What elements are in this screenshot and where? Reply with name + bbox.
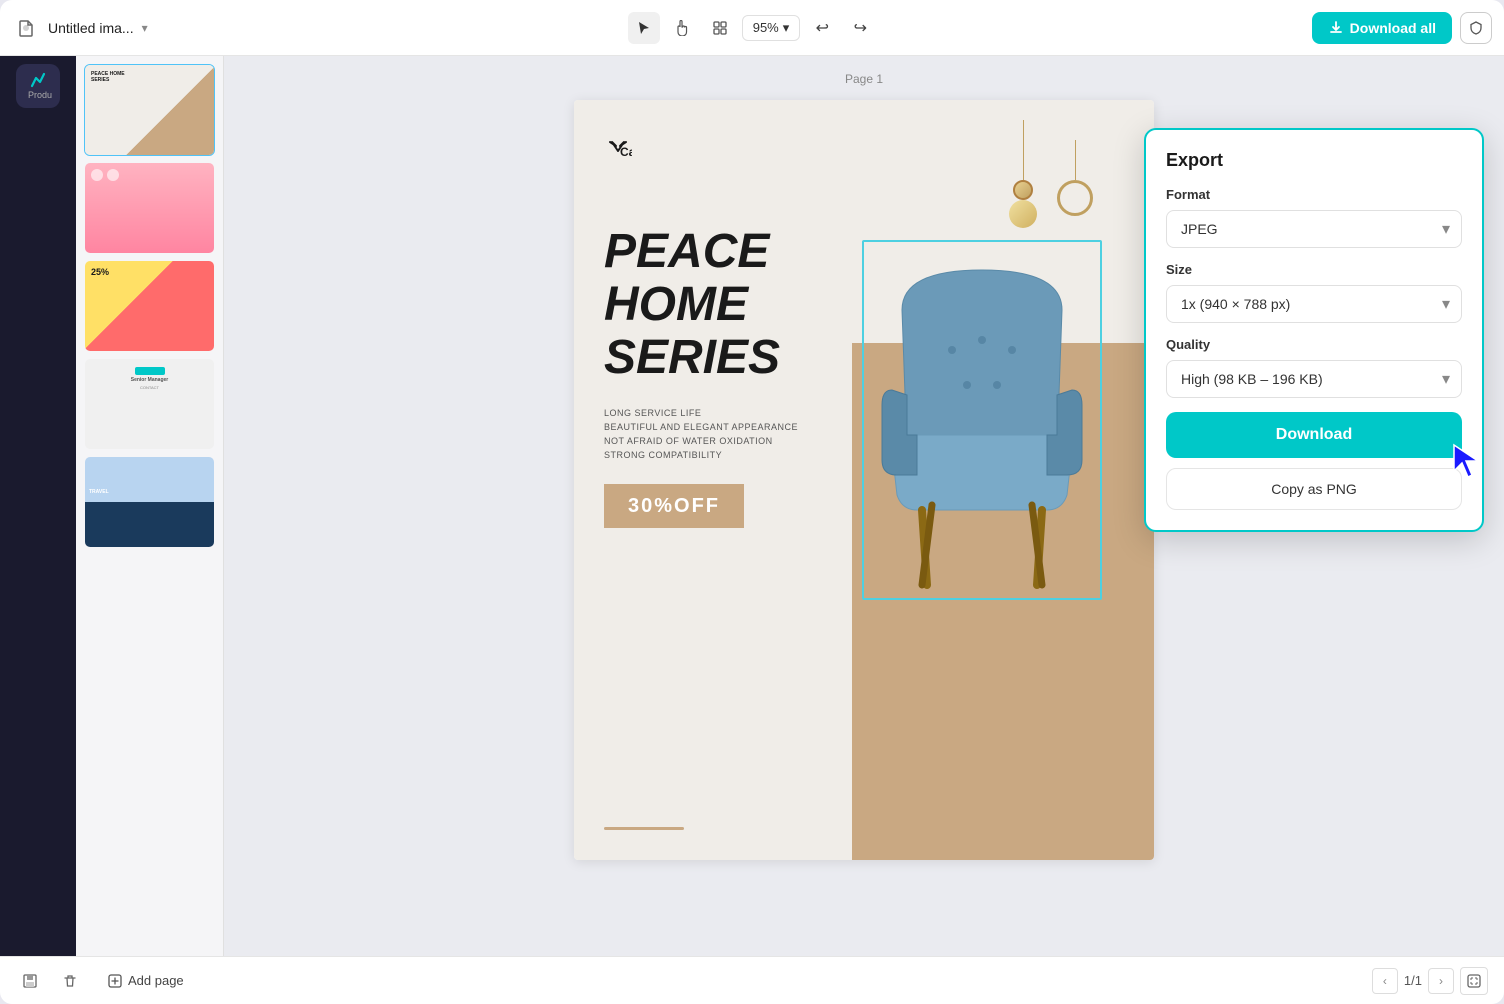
thumb-3-preview: 25% [85, 261, 214, 351]
canvas-right: @CAPCUT hello@capcut.com • • • [852, 100, 1154, 860]
features-list: LONG SERVICE LIFE BEAUTIFUL AND ELEGANT … [604, 408, 846, 460]
shield-btn[interactable] [1460, 12, 1492, 44]
canvas-bg: CapCut PEACE HOME SERIES LONG SERVICE LI… [574, 100, 1154, 860]
thumb-5-preview: TRAVEL [85, 457, 214, 547]
zoom-chevron-icon: ▾ [783, 20, 790, 36]
undo-btn[interactable]: ↩ [806, 12, 838, 44]
file-name: Untitled ima... [48, 20, 134, 36]
fit-page-btn[interactable] [1460, 967, 1488, 995]
feature-4: STRONG COMPATIBILITY [604, 450, 846, 460]
size-label: Size [1166, 262, 1462, 277]
cursor-indicator [1446, 439, 1490, 488]
discount-text: 30%OFF [628, 495, 720, 518]
thumbnail-2[interactable] [84, 162, 215, 254]
feature-1: LONG SERVICE LIFE [604, 408, 846, 418]
add-page-button[interactable]: Add page [96, 967, 196, 994]
copy-png-button[interactable]: Copy as PNG [1166, 468, 1462, 510]
left-sidebar: Product D [0, 56, 76, 956]
bottom-right: ‹ 1/1 › [1372, 967, 1488, 995]
app-shell: Untitled ima... ▾ 95% [0, 0, 1504, 1004]
thumbnail-sidebar: PEACE HOME SERIES 25% [76, 56, 224, 956]
thumbnail-1[interactable]: PEACE HOME SERIES [84, 64, 215, 156]
pendant-1 [1009, 120, 1037, 228]
progress-bar [604, 827, 684, 830]
top-bar: Untitled ima... ▾ 95% [0, 0, 1504, 56]
format-label: Format [1166, 187, 1462, 202]
download-button[interactable]: Download [1166, 412, 1462, 458]
chair-placeholder [864, 242, 1100, 598]
zoom-control[interactable]: 95% ▾ [742, 15, 801, 41]
file-chevron-icon[interactable]: ▾ [142, 21, 148, 35]
next-page-btn[interactable]: › [1428, 968, 1454, 994]
pendant-2 [1057, 140, 1093, 216]
export-title: Export [1166, 150, 1462, 171]
quality-label: Quality [1166, 337, 1462, 352]
thumbnail-4[interactable]: Senior Manager CONTACT [84, 358, 215, 450]
feature-3: NOT AFRAID OF WATER OXIDATION [604, 436, 846, 446]
thumbnail-3[interactable]: 25% [84, 260, 215, 352]
cursor-tool-btn[interactable] [628, 12, 660, 44]
hand-tool-btn[interactable] [666, 12, 698, 44]
quality-select[interactable]: High (98 KB – 196 KB) Medium (49 KB – 98… [1166, 360, 1462, 398]
svg-text:Product D: Product D [28, 90, 52, 100]
file-icon [12, 14, 40, 42]
add-page-label: Add page [128, 973, 184, 988]
canvas-area[interactable]: Page 1 CapCut PEACE [224, 56, 1504, 956]
top-bar-left: Untitled ima... ▾ [12, 14, 212, 42]
canvas-left: CapCut PEACE HOME SERIES LONG SERVICE LI… [574, 100, 876, 860]
top-bar-right: Download all [1292, 12, 1492, 44]
svg-text:CapCut: CapCut [620, 145, 632, 159]
trash-btn[interactable] [56, 967, 84, 995]
format-select-wrapper: JPEG PNG SVG PDF ▾ [1166, 210, 1462, 248]
sidebar-logo: Product D [16, 64, 60, 108]
page-counter: 1/1 [1404, 973, 1422, 988]
export-panel: Export Format JPEG PNG SVG PDF ▾ Size 1x… [1144, 128, 1484, 532]
quality-select-wrapper: High (98 KB – 196 KB) Medium (49 KB – 98… [1166, 360, 1462, 398]
redo-icon: ↪ [854, 18, 867, 38]
download-all-button[interactable]: Download all [1312, 12, 1452, 44]
toolbar-center: 95% ▾ ↩ ↪ [220, 12, 1284, 44]
thumb-1-preview: PEACE HOME SERIES [85, 65, 214, 155]
chair-selection-box[interactable] [862, 240, 1102, 600]
redo-btn[interactable]: ↪ [844, 12, 876, 44]
canvas-page: CapCut PEACE HOME SERIES LONG SERVICE LI… [574, 100, 1154, 860]
thumbnail-5[interactable]: TRAVEL [84, 456, 215, 548]
discount-badge: 30%OFF [604, 484, 744, 528]
save-btn[interactable] [16, 967, 44, 995]
bottom-bar: Add page ‹ 1/1 › [0, 956, 1504, 1004]
size-select[interactable]: 1x (940 × 788 px) 2x (1880 × 1576 px) 0.… [1166, 285, 1462, 323]
download-section: Download [1166, 412, 1462, 468]
design-title: PEACE HOME SERIES [604, 226, 846, 384]
page-label: Page 1 [845, 72, 883, 86]
zoom-level: 95% [753, 20, 779, 35]
prev-page-btn[interactable]: ‹ [1372, 968, 1398, 994]
thumb-4-preview: Senior Manager CONTACT [85, 359, 214, 449]
thumb-2-preview [85, 163, 214, 253]
undo-icon: ↩ [816, 18, 829, 38]
feature-2: BEAUTIFUL AND ELEGANT APPEARANCE [604, 422, 846, 432]
format-select[interactable]: JPEG PNG SVG PDF [1166, 210, 1462, 248]
capcut-logo: CapCut [604, 140, 846, 162]
grid-tool-btn[interactable] [704, 12, 736, 44]
size-select-wrapper: 1x (940 × 788 px) 2x (1880 × 1576 px) 0.… [1166, 285, 1462, 323]
main-content: Product D PEACE HOME SERIES [0, 56, 1504, 956]
